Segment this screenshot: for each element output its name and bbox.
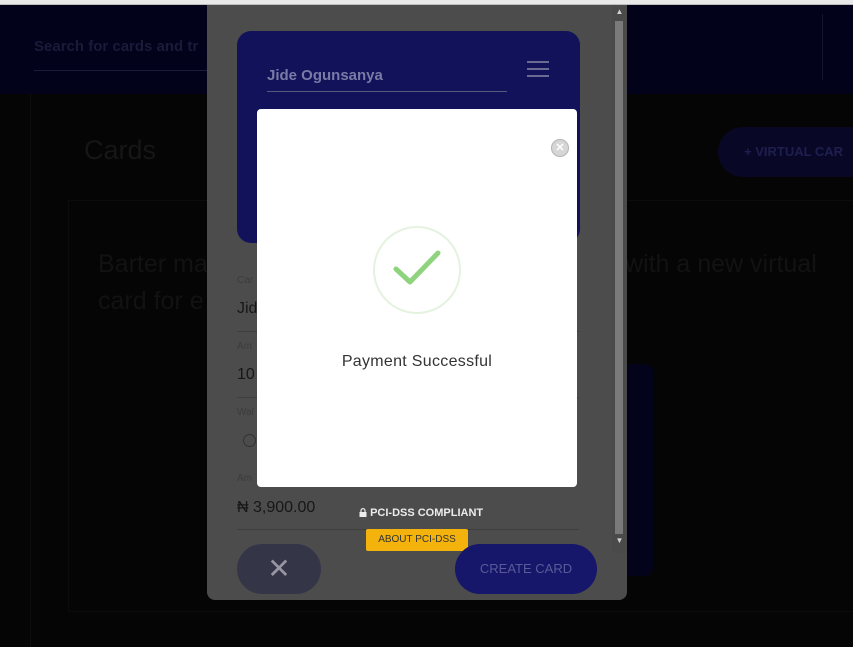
lock-icon — [359, 508, 367, 517]
virtual-card-button[interactable]: + VIRTUAL CAR — [718, 127, 853, 177]
scroll-up-arrow[interactable]: ▲ — [612, 5, 627, 19]
about-pci-dss-button[interactable]: ABOUT PCI-DSS — [366, 529, 468, 551]
card-name-field[interactable]: Jid — [237, 300, 257, 318]
wallet-label: Wal — [237, 407, 254, 418]
header-divider — [822, 14, 823, 80]
search-underline — [34, 70, 234, 71]
close-modal-button[interactable]: ✕ — [237, 544, 321, 594]
check-icon — [393, 250, 441, 285]
scroll-down-arrow[interactable]: ▼ — [612, 534, 627, 548]
sidebar-divider — [30, 94, 31, 647]
close-circle-icon[interactable]: ✕ — [551, 139, 569, 157]
intro-text-line1-right: with a new virtual — [625, 250, 817, 278]
card-name-label: Car — [237, 275, 254, 286]
create-card-button[interactable]: CREATE CARD — [455, 544, 597, 594]
pci-compliance-label: PCI-DSS COMPLIANT — [370, 507, 484, 519]
amount-total-label: Am — [237, 473, 252, 484]
close-icon: ✕ — [267, 553, 291, 584]
intro-text-line1: Barter ma — [98, 250, 208, 278]
amount-field[interactable]: 10 — [237, 366, 255, 384]
scrollbar-thumb[interactable] — [615, 21, 623, 534]
card-holder-name: Jide Ogunsanya — [267, 67, 383, 84]
amount-total-value: ₦ 3,900.00 — [237, 499, 316, 516]
payment-success-message: Payment Successful — [341, 353, 493, 370]
intro-text-line2: card for e — [98, 287, 204, 315]
payment-success-dialog: ✕ Payment Successful — [257, 109, 577, 487]
pci-compliance-text: PCI-DSS COMPLIANT — [359, 507, 483, 519]
search-input[interactable]: Search for cards and tr — [34, 38, 198, 55]
card-holder-underline — [267, 91, 507, 92]
page-title: Cards — [84, 135, 157, 165]
wallet-radio[interactable] — [243, 434, 256, 447]
amount-label: Am — [237, 341, 252, 352]
hamburger-menu-icon[interactable] — [527, 61, 549, 79]
